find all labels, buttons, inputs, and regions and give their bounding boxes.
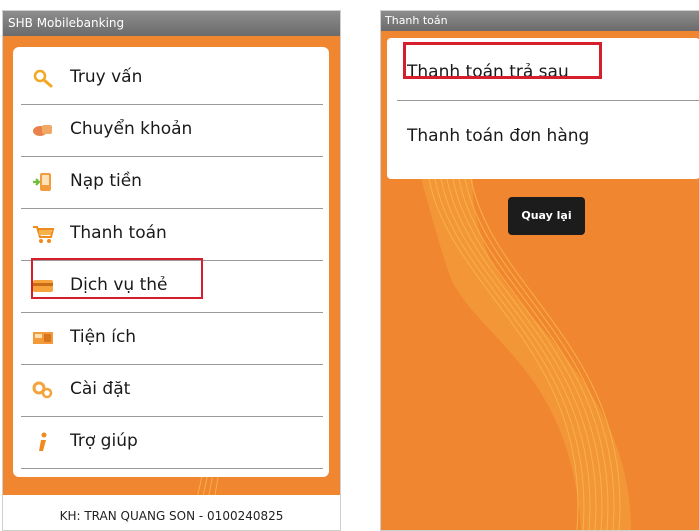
divider <box>397 100 699 101</box>
postpaid-highlight-frame <box>403 42 602 79</box>
screen-title-bar: Thanh toán <box>381 11 699 31</box>
settings-icon <box>32 381 54 399</box>
menu-item-topup[interactable]: Nạp tiền <box>21 157 323 209</box>
menu-label: Thanh toán <box>70 223 167 243</box>
search-icon <box>32 69 54 88</box>
right-phone-screen: Thanh toán Thanh toán trả sau Thanh toán… <box>380 10 699 531</box>
customer-info: KH: TRAN QUANG SON - 0100240825 <box>59 509 284 523</box>
menu-item-help[interactable]: Trợ giúp <box>21 417 323 469</box>
cart-icon <box>32 225 54 243</box>
topup-icon <box>32 173 54 191</box>
app-title-bar: SHB Mobilebanking <box>3 11 340 36</box>
menu-item-settings[interactable]: Cài đặt <box>21 365 323 417</box>
menu-item-transfer[interactable]: Chuyển khoản <box>21 105 323 157</box>
option-order-payment[interactable]: Thanh toán đơn hàng <box>387 110 699 164</box>
menu-label: Trợ giúp <box>70 431 138 451</box>
menu-label: Nạp tiền <box>70 171 142 191</box>
menu-item-utilities[interactable]: Tiện ích <box>21 313 323 365</box>
menu-item-inquiry[interactable]: Truy vấn <box>21 53 323 105</box>
payment-highlight-frame <box>31 258 203 299</box>
back-button[interactable]: Quay lại <box>508 197 585 235</box>
main-menu: Truy vấn Chuyển khoản Nạp tiền Thanh toá… <box>13 47 329 477</box>
utilities-icon <box>32 329 54 347</box>
option-label: Thanh toán đơn hàng <box>407 126 590 146</box>
menu-label: Chuyển khoản <box>70 119 193 139</box>
menu-label: Tiện ích <box>70 327 137 347</box>
left-phone-screen: SHB Mobilebanking Truy vấn Chuyển khoản … <box>2 10 341 531</box>
menu-label: Truy vấn <box>70 67 143 87</box>
menu-label: Cài đặt <box>70 379 131 399</box>
menu-item-payment[interactable]: Thanh toán <box>21 209 323 261</box>
help-icon <box>32 432 54 451</box>
payment-options-list: Thanh toán trả sau Thanh toán đơn hàng <box>387 38 699 179</box>
transfer-icon <box>32 121 54 139</box>
